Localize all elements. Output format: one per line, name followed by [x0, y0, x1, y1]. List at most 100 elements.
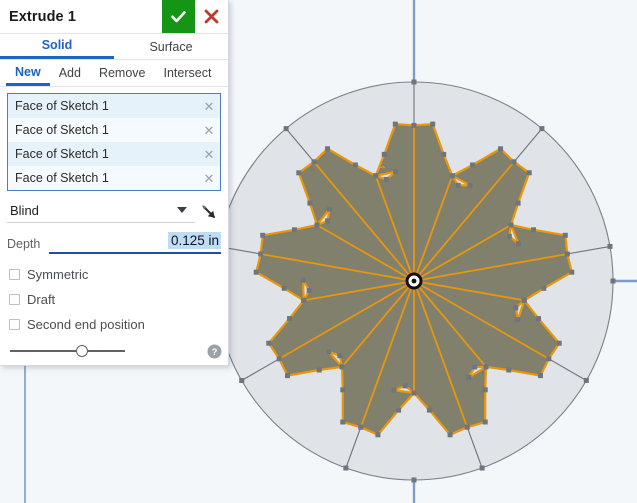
sketch-point[interactable] — [266, 340, 272, 346]
checkbox-second-end-position[interactable]: Second end position — [0, 312, 228, 337]
sketch-point[interactable] — [358, 424, 364, 430]
sketch-point[interactable] — [556, 340, 562, 346]
sketch-point[interactable] — [402, 383, 408, 389]
sketch-point[interactable] — [307, 200, 313, 206]
extrude-dialog[interactable]: Extrude 1 Solid Surface New Add Remove I… — [0, 0, 229, 366]
list-item[interactable]: Face of Sketch 1 ✕ — [8, 94, 220, 118]
tab-add[interactable]: Add — [50, 60, 90, 86]
remove-face-icon[interactable]: ✕ — [198, 100, 220, 113]
sketch-point[interactable] — [564, 251, 570, 257]
sketch-point[interactable] — [375, 432, 381, 438]
sketch-point[interactable] — [301, 297, 307, 303]
cancel-button[interactable] — [195, 0, 228, 33]
sketch-point[interactable] — [472, 364, 478, 370]
sketch-point[interactable] — [285, 373, 290, 379]
tab-new[interactable]: New — [6, 60, 50, 86]
sketch-point[interactable] — [381, 151, 387, 157]
sketch-point[interactable] — [610, 278, 616, 284]
sketch-point[interactable] — [482, 387, 488, 393]
sketch-point[interactable] — [411, 79, 417, 85]
sketch-point[interactable] — [340, 387, 346, 393]
sketch-point[interactable] — [513, 305, 519, 311]
sketch-point[interactable] — [311, 159, 317, 165]
sketch-point[interactable] — [239, 378, 245, 383]
sketch-point[interactable] — [426, 407, 432, 413]
sketch-point[interactable] — [482, 419, 488, 425]
sketch-point[interactable] — [539, 126, 545, 132]
sketch-point[interactable] — [531, 227, 536, 233]
sketch-point[interactable] — [506, 367, 512, 373]
sketch-point[interactable] — [343, 465, 349, 471]
sketch-point[interactable] — [276, 356, 282, 362]
tab-remove[interactable]: Remove — [90, 60, 155, 86]
remove-face-icon[interactable]: ✕ — [198, 172, 220, 185]
sketch-point[interactable] — [479, 465, 485, 471]
type-tabs[interactable]: Solid Surface — [0, 34, 228, 60]
sketch-point[interactable] — [511, 159, 517, 165]
sketch-point[interactable] — [287, 316, 292, 322]
end-condition-select[interactable]: Blind — [7, 198, 195, 223]
tab-intersect[interactable]: Intersect — [155, 60, 221, 86]
sketch-point[interactable] — [396, 407, 402, 413]
sketch-point[interactable] — [316, 367, 322, 373]
remove-face-icon[interactable]: ✕ — [198, 148, 220, 161]
opacity-slider[interactable] — [10, 344, 125, 358]
checkbox-draft[interactable]: Draft — [0, 287, 228, 312]
sketch-point[interactable] — [546, 356, 552, 362]
depth-input[interactable]: 0.125 in — [49, 232, 221, 254]
origin-point-icon[interactable] — [405, 272, 423, 290]
sketch-point[interactable] — [583, 378, 589, 383]
sketch-point[interactable] — [526, 170, 532, 176]
sketch-point[interactable] — [306, 288, 312, 293]
confirm-button[interactable] — [162, 0, 195, 33]
help-button[interactable]: ? — [207, 344, 222, 359]
sketch-point[interactable] — [447, 432, 453, 438]
sketch-point[interactable] — [506, 233, 512, 239]
sketch-point[interactable] — [541, 285, 547, 291]
sketch-point[interactable] — [466, 374, 472, 380]
sketch-point[interactable] — [352, 162, 358, 168]
sketch-point[interactable] — [373, 173, 379, 179]
sketch-point[interactable] — [296, 170, 302, 176]
sketch-point[interactable] — [607, 243, 613, 249]
tab-solid[interactable]: Solid — [0, 34, 114, 59]
list-item[interactable]: Face of Sketch 1 ✕ — [8, 142, 220, 166]
sketch-point[interactable] — [292, 227, 297, 233]
tab-surface[interactable]: Surface — [114, 34, 228, 59]
sketch-point[interactable] — [521, 297, 527, 303]
face-selection-list[interactable]: Face of Sketch 1 ✕ Face of Sketch 1 ✕ Fa… — [7, 93, 221, 191]
operation-tabs[interactable]: New Add Remove Intersect — [0, 60, 228, 87]
sketch-point[interactable] — [325, 218, 330, 224]
sketch-point[interactable] — [449, 173, 455, 179]
sketch-point[interactable] — [337, 353, 343, 359]
sketch-point[interactable] — [470, 162, 476, 168]
sketch-point[interactable] — [253, 269, 259, 275]
sketch-point[interactable] — [339, 364, 345, 370]
sketch-point[interactable] — [430, 121, 436, 127]
sketch-point[interactable] — [325, 146, 330, 152]
sketch-point[interactable] — [464, 424, 470, 430]
sketch-point[interactable] — [538, 373, 543, 379]
list-item[interactable]: Face of Sketch 1 ✕ — [8, 166, 220, 190]
sketch-point[interactable] — [411, 122, 417, 128]
slider-handle[interactable] — [76, 345, 89, 357]
sketch-point[interactable] — [391, 387, 397, 393]
checkbox-symmetric[interactable]: Symmetric — [0, 262, 228, 287]
sketch-point[interactable] — [393, 169, 398, 175]
sketch-point[interactable] — [258, 251, 264, 257]
sketch-point[interactable] — [515, 317, 521, 323]
sketch-point[interactable] — [508, 222, 514, 228]
flip-direction-button[interactable] — [195, 201, 221, 221]
sketch-point[interactable] — [340, 419, 346, 425]
sketch-point[interactable] — [283, 126, 289, 132]
sketch-point[interactable] — [411, 390, 417, 396]
sketch-point[interactable] — [281, 285, 287, 291]
sketch-point[interactable] — [327, 206, 333, 212]
sketch-point[interactable] — [515, 200, 521, 206]
sketch-point[interactable] — [411, 477, 417, 483]
sketch-point[interactable] — [326, 349, 332, 355]
remove-face-icon[interactable]: ✕ — [198, 124, 220, 137]
sketch-point[interactable] — [536, 316, 541, 322]
sketch-point[interactable] — [392, 121, 398, 127]
sketch-point[interactable] — [441, 151, 447, 157]
